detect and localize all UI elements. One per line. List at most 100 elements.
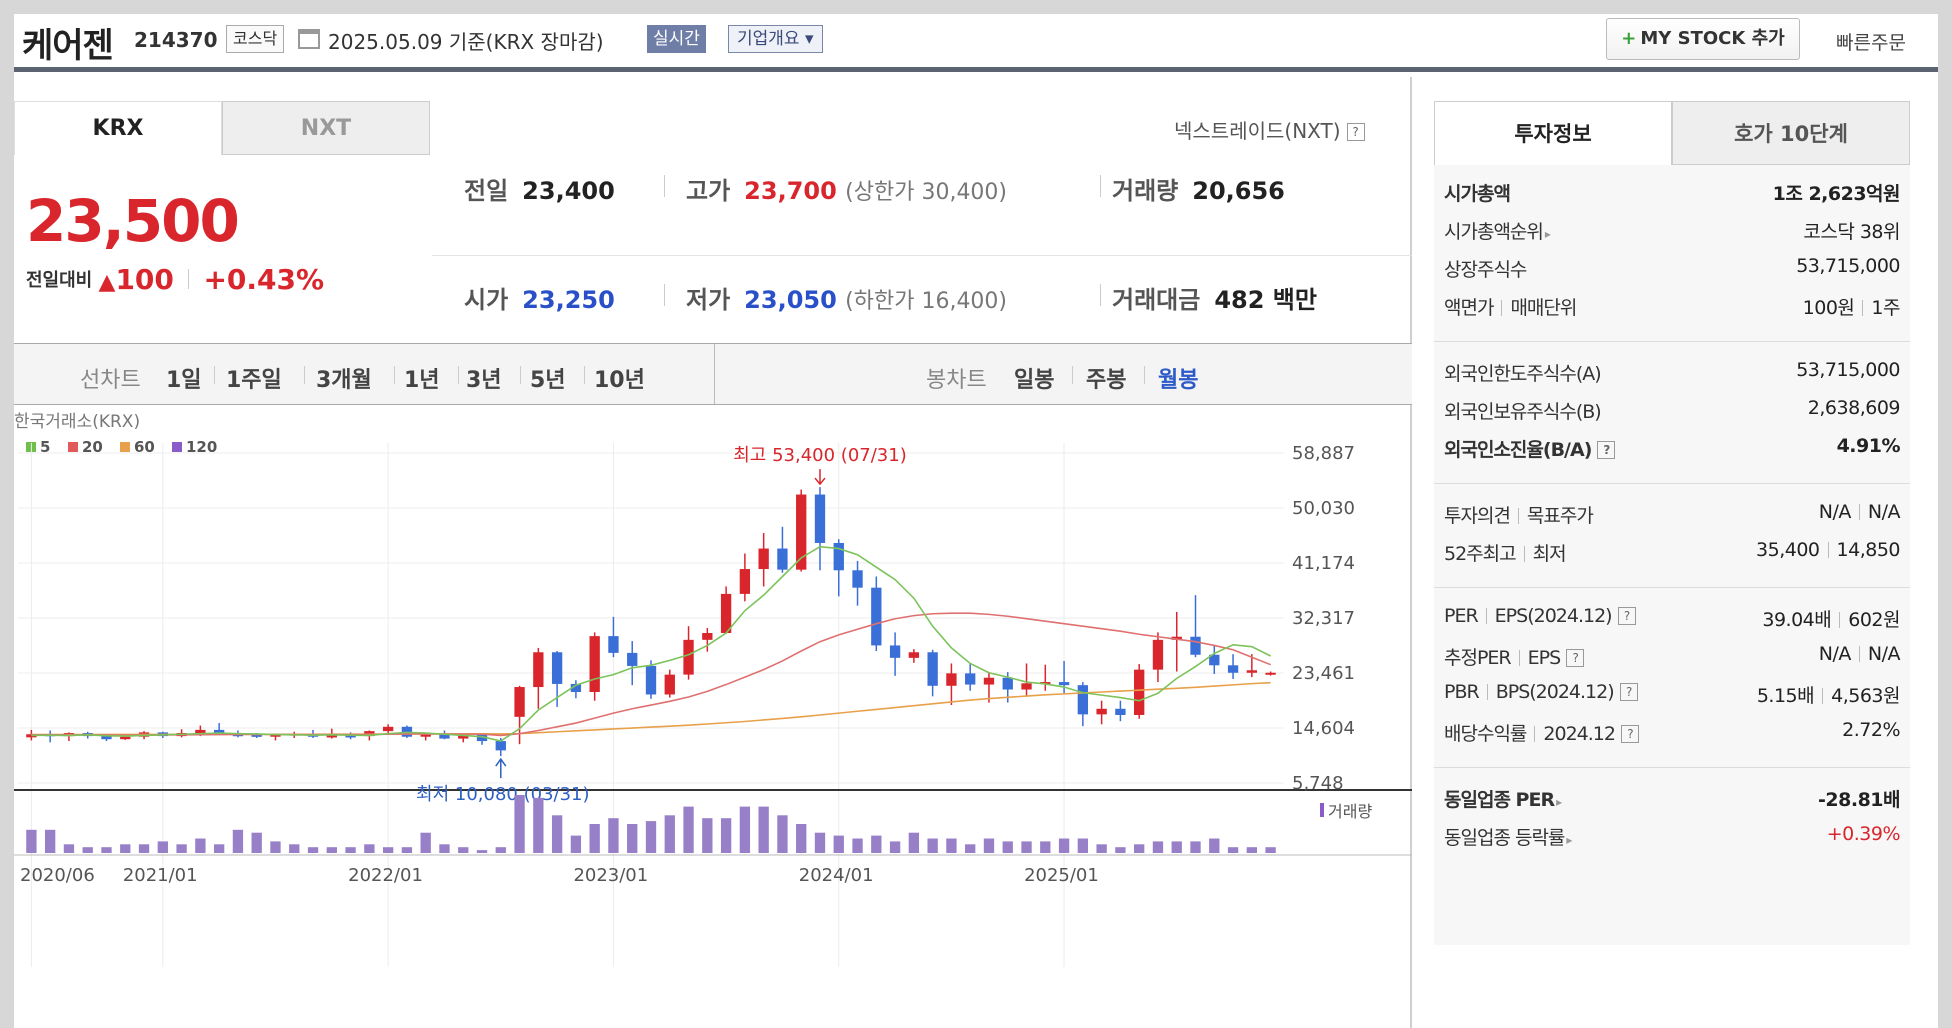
- industry-change-label: 동일업종 등락률 ▸: [1444, 823, 1572, 850]
- candle-body: [946, 673, 957, 686]
- help-icon[interactable]: ?: [1620, 725, 1639, 743]
- volume-bar: [101, 847, 112, 853]
- candle-body: [514, 687, 525, 717]
- candle-body: [983, 677, 995, 685]
- divider: [1434, 587, 1910, 588]
- company-overview-button[interactable]: 기업개요 ▾: [728, 25, 823, 53]
- chart-toolbar: 선차트 1일 1주일 3개월 1년 3년 5년 10년 봉차트 일봉 주봉 월봉: [14, 343, 1412, 405]
- volume-bar: [608, 818, 619, 853]
- period-3y[interactable]: 3년: [466, 362, 502, 394]
- volume-bar: [120, 844, 131, 853]
- line-chart-label: 선차트: [80, 368, 141, 393]
- quick-order-link[interactable]: 빠른주문: [1836, 28, 1906, 55]
- volume-bar: [1190, 841, 1201, 853]
- change-label: 전일대비: [26, 270, 93, 291]
- low52-value: 14,850: [1836, 539, 1901, 561]
- candle-body: [833, 542, 844, 571]
- pbr-value: 5.15배: [1756, 685, 1815, 707]
- volume-label: 거래량: [1328, 802, 1372, 821]
- volume-bar: [401, 847, 413, 853]
- realtime-button[interactable]: 실시간: [647, 25, 706, 53]
- market-cap-value: 1조 2,623억원: [1772, 183, 1901, 205]
- chevron-right-icon: ▸: [1556, 795, 1562, 809]
- period-1d[interactable]: 1일: [166, 362, 202, 394]
- tab-investment-info[interactable]: 투자정보: [1434, 101, 1672, 165]
- info-row[interactable]: 동일업종 PER ▸ -28.81배: [1444, 785, 1900, 815]
- help-icon[interactable]: ?: [1619, 683, 1638, 701]
- add-mystock-button[interactable]: + MY STOCK 추가: [1606, 18, 1800, 60]
- help-icon[interactable]: ?: [1597, 441, 1616, 459]
- change-amount: 100: [115, 263, 174, 296]
- help-icon[interactable]: ?: [1566, 649, 1585, 667]
- volume-bar: [45, 829, 56, 853]
- tab-krx[interactable]: KRX: [14, 101, 222, 155]
- volume-bar: [138, 844, 150, 853]
- shares-label: 상장주식수: [1444, 259, 1527, 281]
- help-icon[interactable]: ?: [1617, 607, 1636, 625]
- price-chart[interactable]: 한국거래소(KRX) 5 20 60 120 58,88750,03041,17432…: [14, 407, 1412, 1028]
- candle-body: [889, 645, 901, 658]
- info-row: 추정PER EPS? N/A N/A: [1444, 643, 1901, 673]
- tab-nxt[interactable]: NXT: [222, 101, 430, 155]
- est-per-eps-label: 추정PER EPS?: [1444, 643, 1585, 670]
- volume-bar: [514, 795, 525, 853]
- period-10y[interactable]: 10년: [594, 362, 645, 394]
- eps-label: EPS(2024.12): [1494, 605, 1613, 627]
- x-axis: 2020/06 2021/01 2022/01 2023/01 2024/01 2025/…: [20, 865, 1099, 886]
- volume-bar: [570, 835, 582, 853]
- nxt-link[interactable]: 넥스트레이드(NXT)?: [1174, 115, 1365, 144]
- candle-body: [814, 494, 826, 543]
- volume-bar: [495, 847, 506, 853]
- candle-body: [702, 633, 713, 640]
- candle-weekly[interactable]: 주봉: [1086, 362, 1126, 394]
- info-row: 시가총액 1조 2,623억원: [1444, 179, 1901, 209]
- divider: [1100, 175, 1101, 197]
- investment-info-table: 시가총액 1조 2,623억원 시가총액순위 ▸ 코스닥 38위 상장주식수 53,71…: [1434, 165, 1910, 945]
- divider: [520, 366, 521, 384]
- info-row[interactable]: 시가총액순위 ▸ 코스닥 38위: [1444, 217, 1900, 247]
- y-tick-label: 41,174: [1292, 553, 1355, 574]
- candle-body: [120, 736, 131, 740]
- candle-body: [1190, 636, 1201, 655]
- volume-bar: [777, 815, 788, 853]
- high-label: 고가: [686, 177, 731, 205]
- par-label: 액면가: [1444, 297, 1494, 319]
- candle-monthly[interactable]: 월봉: [1158, 362, 1198, 394]
- volume-bar: [852, 838, 863, 853]
- up-arrow-icon: [495, 757, 507, 779]
- volume-bar: [345, 847, 356, 853]
- divider: [1518, 650, 1520, 666]
- divider: [304, 366, 305, 384]
- tab-hoga-10[interactable]: 호가 10단계: [1672, 101, 1910, 165]
- period-1w[interactable]: 1주일: [226, 362, 282, 394]
- investment-info-panel: 투자정보 호가 10단계 시가총액 1조 2,623억원 시가총액순위 ▸ 코스닥 3…: [1434, 77, 1938, 1028]
- dividend-label-text: 배당수익률: [1444, 723, 1527, 745]
- info-row[interactable]: 동일업종 등락률 ▸ +0.39%: [1444, 823, 1901, 853]
- divider: [1517, 508, 1519, 524]
- est-eps-value: N/A: [1867, 643, 1901, 665]
- foreign-hold-label: 외국인보유주식수(B): [1444, 401, 1602, 423]
- candle-body: [1021, 683, 1032, 690]
- pbr-bps-value: 5.15배 4,563원: [1756, 681, 1901, 708]
- candle-body: [589, 636, 600, 693]
- volume-bar: [26, 829, 37, 853]
- trade-amount: 거래대금 482 백만: [1112, 280, 1317, 315]
- candle-body: [927, 652, 938, 686]
- opinion-target-value: N/A N/A: [1819, 501, 1901, 523]
- divider: [1144, 366, 1145, 384]
- legend-swatch: [68, 442, 78, 452]
- volume-bar: [927, 838, 938, 853]
- period-5y[interactable]: 5년: [530, 362, 566, 394]
- candle-daily[interactable]: 일봉: [1014, 362, 1054, 394]
- period-3m[interactable]: 3개월: [316, 362, 372, 394]
- volume: 거래량 20,656: [1112, 171, 1285, 206]
- candle-body: [326, 735, 337, 738]
- volume-bar: [1152, 841, 1164, 853]
- help-icon[interactable]: ?: [1346, 123, 1365, 141]
- period-1y[interactable]: 1년: [404, 362, 440, 394]
- open-value: 23,250: [522, 286, 615, 314]
- divider: [214, 366, 215, 384]
- prev-value: 23,400: [522, 177, 615, 205]
- candle-body: [664, 674, 675, 695]
- base-date: 2025.05.09 기준(KRX 장마감): [328, 30, 604, 54]
